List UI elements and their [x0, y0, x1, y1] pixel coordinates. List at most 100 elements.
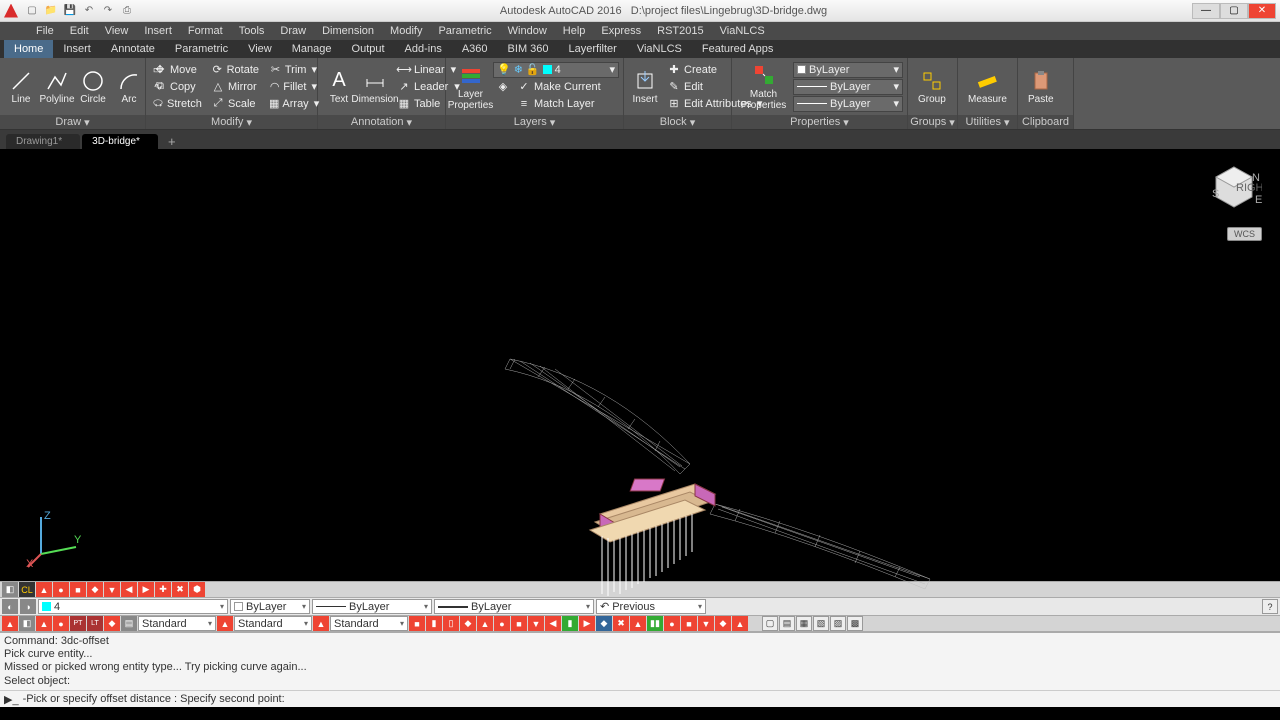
menu-dimension[interactable]: Dimension — [314, 22, 382, 40]
maximize-button[interactable]: ▢ — [1220, 3, 1248, 19]
menu-help[interactable]: Help — [555, 22, 594, 40]
qat-save-icon[interactable]: 💾 — [62, 3, 78, 19]
match-properties-button[interactable]: MatchProperties — [736, 61, 791, 113]
ts2-icon[interactable]: ▲ — [2, 616, 18, 631]
ts2-icon[interactable]: ▮ — [426, 616, 442, 631]
color-combo[interactable]: ByLayer▾ — [793, 62, 903, 78]
color-selector[interactable]: ByLayer▾ — [230, 599, 310, 614]
menu-window[interactable]: Window — [500, 22, 555, 40]
ts2-icon[interactable]: LT — [87, 616, 103, 631]
ribbon-tab-output[interactable]: Output — [342, 40, 395, 58]
ts-icon[interactable]: ◆ — [87, 582, 103, 597]
ribbon-tab-featuredapps[interactable]: Featured Apps — [692, 40, 784, 58]
paste-button[interactable]: Paste — [1022, 67, 1060, 107]
layer-icon-1[interactable]: ◈ — [493, 79, 513, 95]
panel-label-groups[interactable]: Groups▾ — [908, 115, 957, 129]
menu-rst2015[interactable]: RST2015 — [649, 22, 711, 40]
command-input[interactable]: ▶_ -Pick or specify offset distance : Sp… — [0, 690, 1280, 707]
insert-button[interactable]: Insert — [628, 67, 662, 107]
ts2-icon[interactable]: ▲ — [217, 616, 233, 631]
menu-express[interactable]: Express — [593, 22, 649, 40]
minimize-button[interactable]: — — [1192, 3, 1220, 19]
menu-edit[interactable]: Edit — [62, 22, 97, 40]
group-button[interactable]: Group — [912, 67, 952, 107]
qat-new-icon[interactable]: ▢ — [24, 3, 40, 19]
app-logo[interactable] — [4, 4, 18, 18]
dimension-button[interactable]: Dimension — [358, 67, 392, 107]
menu-parametric[interactable]: Parametric — [430, 22, 499, 40]
menu-view[interactable]: View — [97, 22, 137, 40]
match-layer-button[interactable]: ≡Match Layer — [514, 96, 604, 112]
ribbon-tab-annotate[interactable]: Annotate — [101, 40, 165, 58]
layer-combo[interactable]: 💡❄🔓4▾ — [493, 62, 619, 78]
ts-icon[interactable]: ✖ — [172, 582, 188, 597]
panel-label-modify[interactable]: Modify▾ — [146, 115, 317, 129]
std-combo-1[interactable]: Standard▾ — [138, 616, 216, 631]
arc-button[interactable]: Arc — [112, 67, 146, 107]
menu-draw[interactable]: Draw — [272, 22, 314, 40]
line-button[interactable]: Line — [4, 67, 38, 107]
ts-icon[interactable]: ▼ — [104, 582, 120, 597]
ts2-icon[interactable]: ▯ — [443, 616, 459, 631]
qat-print-icon[interactable]: ⎙ — [119, 3, 135, 19]
panel-label-layers[interactable]: Layers▾ — [446, 115, 623, 129]
ribbon-tab-bim360[interactable]: BIM 360 — [498, 40, 559, 58]
menu-format[interactable]: Format — [180, 22, 231, 40]
ts-icon[interactable]: CL — [19, 582, 35, 597]
ts-icon[interactable]: ■ — [70, 582, 86, 597]
ts-icon[interactable]: ◀ — [121, 582, 137, 597]
ts2-icon[interactable]: ▲ — [313, 616, 329, 631]
polyline-button[interactable]: Polyline — [40, 67, 74, 107]
move-button[interactable]: ✥Move — [150, 62, 204, 78]
viewport[interactable]: Z Y X RIGHT S N E WCS — [0, 149, 1280, 581]
ts2-icon[interactable]: ▲ — [36, 616, 52, 631]
qat-open-icon[interactable]: 📁 — [43, 3, 59, 19]
ts2-icon[interactable]: ▤ — [121, 616, 137, 631]
measure-button[interactable]: Measure — [962, 67, 1013, 107]
lweight-combo[interactable]: ByLayer▾ — [793, 79, 903, 95]
panel-label-utilities[interactable]: Utilities▾ — [958, 115, 1017, 129]
ribbon-tab-manage[interactable]: Manage — [282, 40, 342, 58]
fillet-button[interactable]: ◠Fillet▾ — [266, 79, 320, 95]
ts-icon[interactable]: ▲ — [36, 582, 52, 597]
ts-icon[interactable]: ✚ — [155, 582, 171, 597]
ribbon-tab-add-ins[interactable]: Add-ins — [395, 40, 452, 58]
qat-redo-icon[interactable]: ↷ — [100, 3, 116, 19]
trim-button[interactable]: ✂Trim▾ — [266, 62, 320, 78]
layer-selector[interactable]: 4▾ — [38, 599, 228, 614]
std-combo-2[interactable]: Standard▾ — [234, 616, 312, 631]
stretch-button[interactable]: ↔Stretch — [150, 96, 204, 112]
qat-undo-icon[interactable]: ↶ — [81, 3, 97, 19]
std-combo-3[interactable]: Standard▾ — [330, 616, 408, 631]
rotate-button[interactable]: ⟳Rotate — [208, 62, 262, 78]
wcs-badge[interactable]: WCS — [1227, 227, 1262, 241]
ts2-icon[interactable]: ◧ — [19, 616, 35, 631]
mirror-button[interactable]: △Mirror — [208, 79, 262, 95]
help-icon[interactable]: ? — [1262, 599, 1278, 614]
ribbon-tab-view[interactable]: View — [238, 40, 282, 58]
ts-icon[interactable]: ◧ — [2, 582, 18, 597]
ribbon-tab-vianlcs[interactable]: ViaNLCS — [627, 40, 692, 58]
ribbon-tab-a360[interactable]: A360 — [452, 40, 498, 58]
pb-icon[interactable]: ◐ — [2, 599, 18, 614]
new-tab-button[interactable]: + — [160, 134, 184, 149]
panel-label-annotation[interactable]: Annotation▾ — [318, 115, 445, 129]
ltype-combo[interactable]: ByLayer▾ — [793, 96, 903, 112]
menu-file[interactable]: File — [28, 22, 62, 40]
ribbon-tab-insert[interactable]: Insert — [53, 40, 101, 58]
ucs-icon[interactable]: Z Y X — [26, 509, 86, 569]
viewcube[interactable]: RIGHT S N E — [1206, 161, 1262, 217]
array-button[interactable]: ▦Array▾ — [266, 96, 320, 112]
close-button[interactable]: ✕ — [1248, 3, 1276, 19]
ts2-icon[interactable]: ◆ — [460, 616, 476, 631]
menu-tools[interactable]: Tools — [231, 22, 273, 40]
ribbon-tab-home[interactable]: Home — [4, 40, 53, 58]
ts-icon[interactable]: ▶ — [138, 582, 154, 597]
menu-insert[interactable]: Insert — [136, 22, 180, 40]
doc-tab[interactable]: Drawing1* — [6, 134, 80, 149]
ts2-icon[interactable]: ● — [53, 616, 69, 631]
panel-label-block[interactable]: Block▾ — [624, 115, 731, 129]
ts2-icon[interactable]: ◆ — [104, 616, 120, 631]
layer-properties-button[interactable]: LayerProperties — [450, 61, 491, 113]
doc-tab[interactable]: 3D-bridge* — [82, 134, 158, 149]
